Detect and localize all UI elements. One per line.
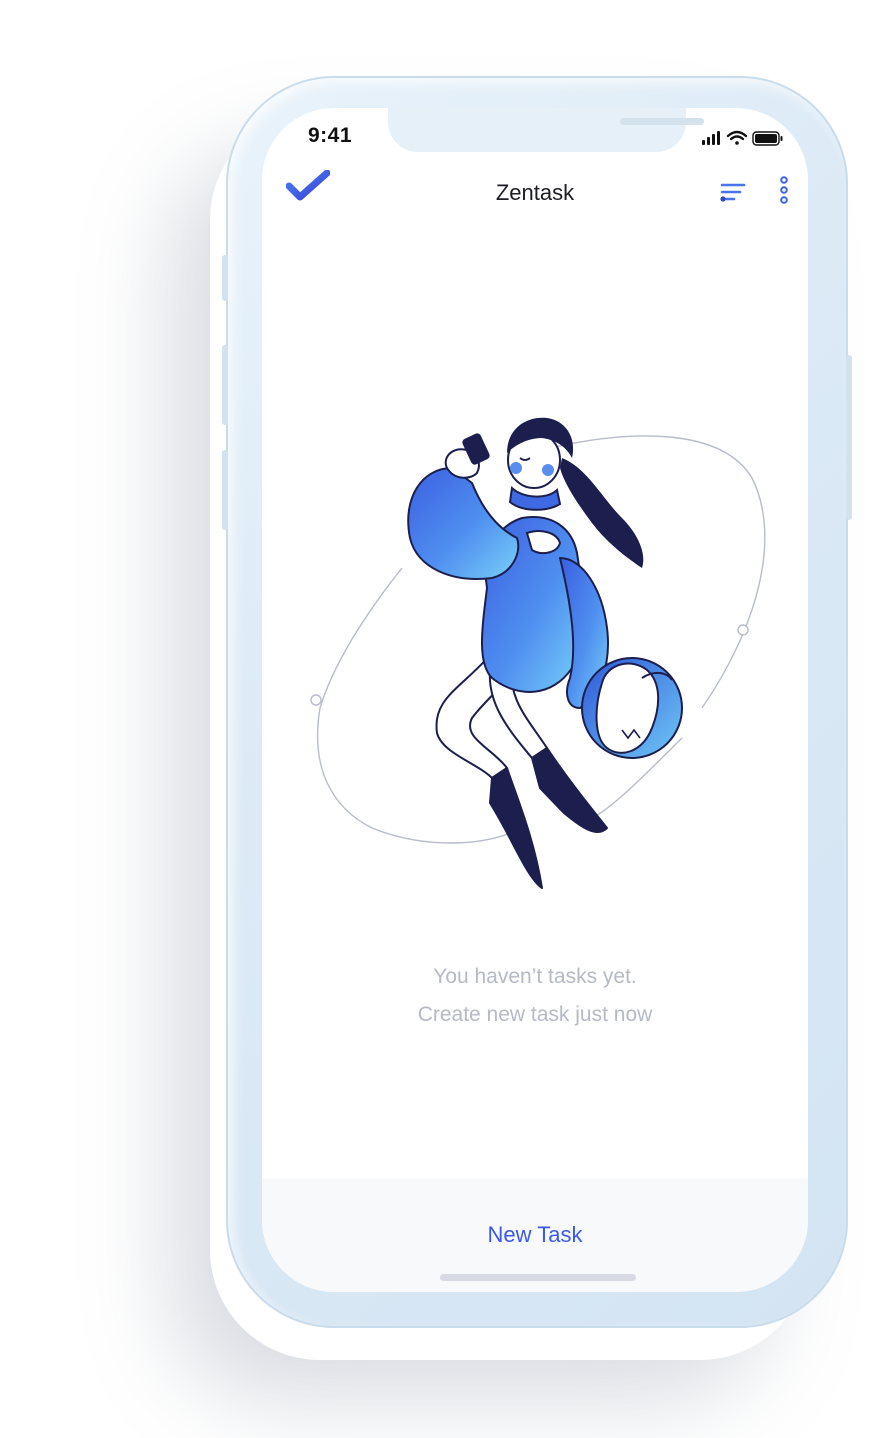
- raised-hand: [444, 433, 490, 479]
- volume-down-button: [222, 450, 228, 530]
- filter-icon[interactable]: [718, 178, 748, 206]
- status-icons: [698, 128, 788, 148]
- phone-screen: 9:41 Zentask You haven’t tasks yet. Crea…: [262, 108, 808, 1292]
- cat-circle: [581, 657, 683, 759]
- empty-state-line-2: Create new task just now: [417, 1003, 653, 1026]
- empty-state-line-1: You haven’t tasks yet.: [433, 965, 637, 988]
- wifi-icon: [726, 130, 748, 145]
- dress: [407, 467, 609, 709]
- orbit-dot-right: [737, 624, 749, 636]
- collar: [508, 485, 562, 511]
- status-time: 9:41: [308, 124, 353, 147]
- bottom-bar: New Task: [262, 1178, 808, 1292]
- cellular-signal-icon: [702, 131, 720, 145]
- home-indicator[interactable]: [440, 1274, 636, 1281]
- speaker-grille: [620, 118, 704, 125]
- volume-up-button: [222, 345, 228, 425]
- mute-switch: [222, 255, 228, 301]
- orbit-dot-left: [310, 694, 322, 706]
- notch: [388, 108, 704, 152]
- battery-icon: [752, 131, 783, 146]
- power-button: [846, 355, 852, 520]
- more-vertical-icon[interactable]: [774, 174, 794, 208]
- new-task-button[interactable]: New Task: [262, 1222, 808, 1248]
- sleeping-girl-illustration: [302, 408, 772, 908]
- stage: 9:41 Zentask You haven’t tasks yet. Crea…: [0, 0, 887, 1438]
